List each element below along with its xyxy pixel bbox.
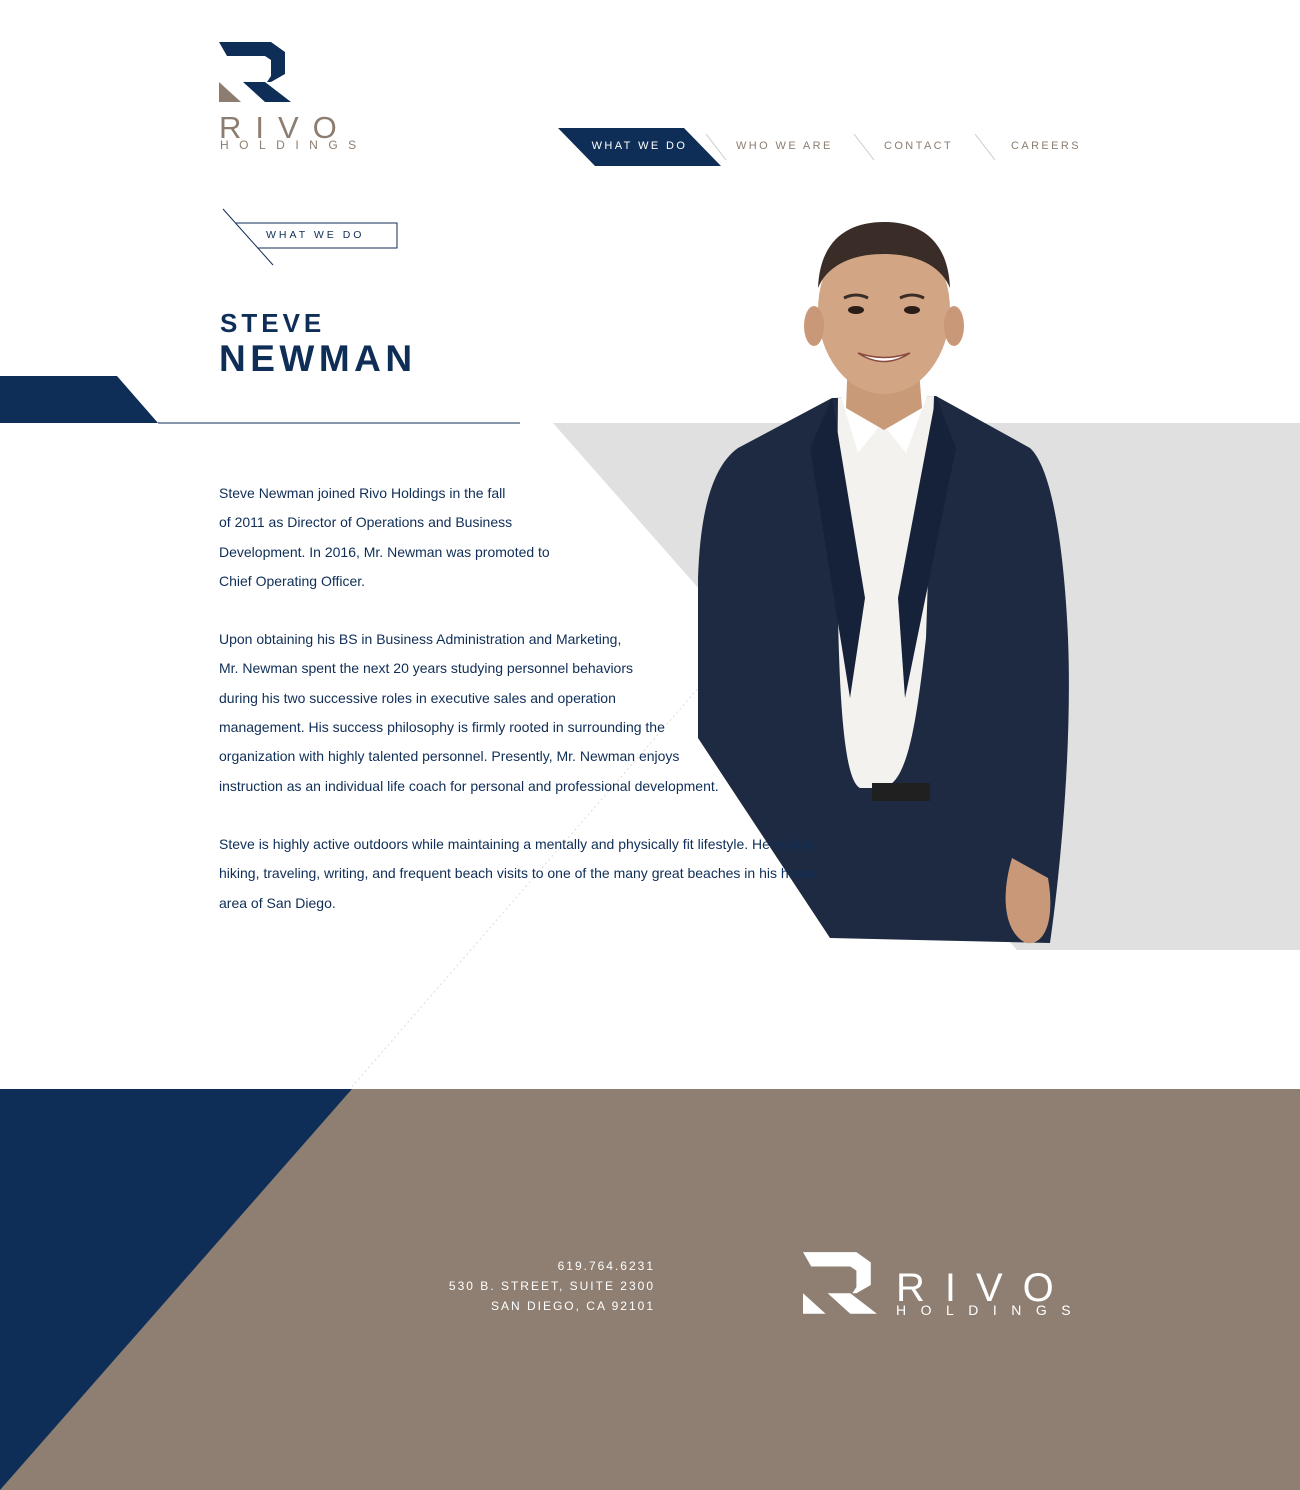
bio-line: of 2011 as Director of Operations and Bu…	[219, 514, 513, 531]
bio-line: area of San Diego.	[219, 894, 336, 911]
bio-line: instruction as an individual life coach …	[219, 777, 719, 794]
bio-line: during his two successive roles in execu…	[219, 689, 616, 706]
bio-paragraph-2: Upon obtaining his BS in Business Admini…	[219, 625, 839, 801]
bio-line: Development. In 2016, Mr. Newman was pro…	[219, 543, 550, 560]
bio-line: Chief Operating Officer.	[219, 572, 366, 589]
last-name: NEWMAN	[219, 338, 417, 379]
phone-number[interactable]: 619.764.6231	[360, 1256, 655, 1276]
footer-logo[interactable]: RIVO HOLDINGS	[803, 1252, 1093, 1322]
nav-item-who-we-are[interactable]: Who we are	[736, 128, 833, 166]
bio-line: organization with highly talented person…	[219, 748, 680, 765]
navy-tab-shape	[0, 376, 158, 423]
logo-subtitle: HOLDINGS	[220, 138, 367, 152]
bio-line: hiking, traveling, writing, and frequent…	[219, 865, 816, 882]
bio-paragraph-3: Steve is highly active outdoors while ma…	[219, 830, 839, 918]
nav-item-contact[interactable]: Contact	[884, 128, 953, 166]
bio-line: Steve is highly active outdoors while ma…	[219, 835, 815, 852]
rivo-r-mark-icon	[803, 1252, 877, 1314]
address-line-1: 530 B. Street, Suite 2300	[448, 1279, 655, 1293]
header-logo[interactable]: RIVO HOLDINGS	[219, 42, 369, 154]
main-nav: What we do Who we are Contact Careers	[558, 128, 1098, 166]
bio-line: Upon obtaining his BS in Business Admini…	[219, 631, 622, 648]
bio-line: Steve Newman joined Rivo Holdings in the…	[219, 485, 506, 501]
nav-label: Careers	[1011, 140, 1081, 152]
section-tag: What we do	[220, 207, 400, 267]
footer-navy-triangle	[0, 1089, 352, 1490]
bio-text: Steve Newman joined Rivo Holdings in the…	[219, 479, 839, 947]
site-footer: 619.764.6231 530 B. Street, Suite 2300 S…	[0, 1089, 1300, 1490]
nav-separator	[974, 134, 996, 160]
nav-label: Who we are	[736, 140, 833, 152]
address-line-2: San Diego, CA 92101	[490, 1299, 655, 1313]
contact-info: 619.764.6231 530 B. Street, Suite 2300 S…	[360, 1256, 655, 1316]
nav-separator	[853, 134, 875, 160]
rivo-r-mark-icon	[219, 42, 291, 102]
nav-item-what-we-do[interactable]: What we do	[558, 128, 721, 166]
bio-paragraph-1: Steve Newman joined Rivo Holdings in the…	[219, 479, 559, 596]
bio-line: management. His success philosophy is fi…	[219, 719, 665, 736]
first-name: STEVE	[220, 308, 326, 338]
bio-line: Mr. Newman spent the next 20 years study…	[219, 660, 634, 677]
footer-logo-subtitle: HOLDINGS	[896, 1302, 1086, 1318]
nav-item-careers[interactable]: Careers	[1011, 128, 1081, 166]
nav-label: What we do	[591, 140, 688, 152]
nav-separator	[705, 134, 727, 160]
nav-label: Contact	[884, 140, 954, 152]
section-tag-label: What we do	[266, 229, 365, 241]
